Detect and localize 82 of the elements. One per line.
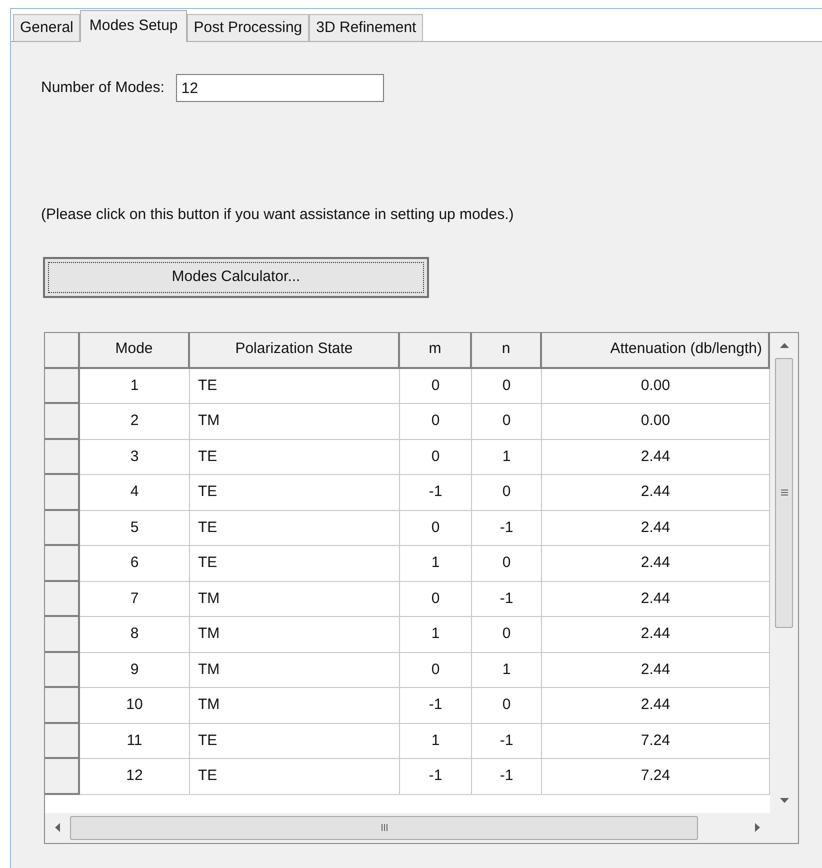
table-cell: TE <box>190 510 400 546</box>
table-cell: 0 <box>400 510 472 546</box>
table-cell: 0 <box>400 440 472 475</box>
table-cell: TE <box>190 759 400 794</box>
row-header[interactable] <box>45 510 80 546</box>
scrollbar-thumb[interactable] <box>70 816 698 840</box>
scroll-up-icon[interactable] <box>780 342 788 348</box>
table-cell: 10 <box>80 688 190 724</box>
table-cell: TM <box>190 404 400 440</box>
row-header[interactable] <box>45 759 80 794</box>
table-cell: -1 <box>400 759 472 794</box>
grip-icon <box>380 824 388 831</box>
tab[interactable]: 3D Refinement <box>309 14 424 41</box>
table-cell: 0 <box>472 617 542 652</box>
row-header[interactable] <box>45 440 80 475</box>
table-cell: 0 <box>400 368 472 404</box>
table-cell: TM <box>190 652 400 688</box>
help-text: (Please click on this button if you want assistance in setting up modes.) <box>41 205 515 225</box>
table-cell: 1 <box>472 440 542 475</box>
table-cell: 8 <box>80 617 190 652</box>
table-cell: 0 <box>472 404 542 440</box>
tab[interactable]: General <box>13 14 80 41</box>
tab[interactable]: Modes Setup <box>80 10 187 42</box>
table-cell: -1 <box>472 582 542 617</box>
tab[interactable]: Post Processing <box>186 14 310 41</box>
table-cell: 2 <box>80 404 190 440</box>
row-header[interactable] <box>45 617 80 652</box>
number-of-modes-field[interactable]: 12 <box>176 74 384 102</box>
table-cell: TE <box>190 546 400 582</box>
table-cell: 1 <box>472 652 542 688</box>
row-header[interactable] <box>45 404 80 440</box>
scroll-right-icon[interactable] <box>755 823 760 832</box>
table-cell: 1 <box>400 546 472 582</box>
horizontal-scrollbar[interactable] <box>45 812 770 842</box>
table-cell: TM <box>190 688 400 724</box>
table-cell: TM <box>190 617 400 652</box>
table-cell: 11 <box>80 724 190 759</box>
field-label: Number of Modes: <box>41 78 164 98</box>
table-cell: 0 <box>472 688 542 724</box>
table-cell: TE <box>190 368 400 404</box>
scroll-left-icon[interactable] <box>55 823 60 832</box>
table-cell: 7 <box>80 582 190 617</box>
table-cell: TM <box>190 582 400 617</box>
table-cell: 0 <box>472 475 542 510</box>
scroll-down-icon[interactable] <box>780 798 788 802</box>
row-header[interactable] <box>45 582 80 617</box>
row-header[interactable] <box>45 724 80 759</box>
table-cell: 1 <box>400 724 472 759</box>
table-cell: TE <box>190 475 400 510</box>
table-cell: 5 <box>80 510 190 546</box>
table-cell: 0 <box>472 546 542 582</box>
table-cell: 1 <box>400 617 472 652</box>
row-header[interactable] <box>45 688 80 724</box>
table-cell: -1 <box>400 688 472 724</box>
grip-icon <box>780 489 788 496</box>
row-header[interactable] <box>45 368 80 404</box>
table-cell: 4 <box>80 475 190 510</box>
table-cell: 6 <box>80 546 190 582</box>
row-header[interactable] <box>45 475 80 510</box>
table-cell: TE <box>190 724 400 759</box>
table-cell: -1 <box>400 475 472 510</box>
scrollbar-thumb[interactable] <box>775 358 793 628</box>
column-header[interactable]: Polarization State <box>190 332 400 368</box>
table-cell: 9 <box>80 652 190 688</box>
table-cell: 0 <box>400 652 472 688</box>
table-cell: 12 <box>80 759 190 794</box>
column-header[interactable]: Mode <box>80 332 190 368</box>
modes-calculator-button[interactable]: Modes Calculator... <box>43 256 429 298</box>
table-cell: 1 <box>80 368 190 404</box>
table-cell: 0 <box>472 368 542 404</box>
table-cell: 0 <box>400 582 472 617</box>
table-cell: -1 <box>472 759 542 794</box>
column-header[interactable]: n <box>472 332 542 368</box>
table-cell: TE <box>190 440 400 475</box>
table-cell: -1 <box>472 724 542 759</box>
row-header[interactable] <box>45 652 80 688</box>
table-cell: 0 <box>400 404 472 440</box>
vertical-scrollbar[interactable] <box>770 332 798 812</box>
row-header[interactable] <box>45 546 80 582</box>
table-cell: -1 <box>472 510 542 546</box>
column-header[interactable]: m <box>400 332 472 368</box>
table-cell: 3 <box>80 440 190 475</box>
